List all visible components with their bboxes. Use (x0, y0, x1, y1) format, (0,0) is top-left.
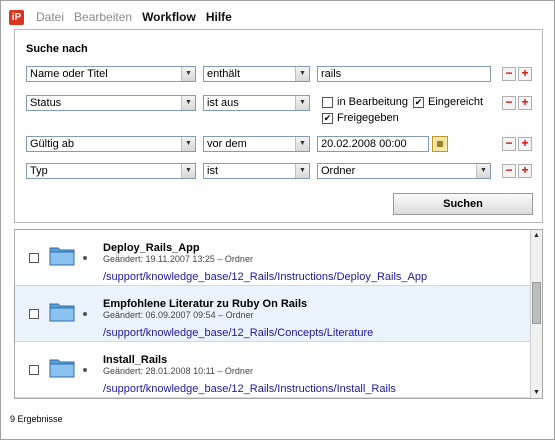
folder-icon (49, 303, 75, 322)
result-path-link[interactable]: /support/knowledge_base/12_Rails/Concept… (103, 327, 373, 339)
chevron-down-icon[interactable]: ▼ (295, 137, 309, 151)
bullet-icon (83, 368, 87, 372)
scroll-thumb[interactable] (532, 282, 541, 324)
checkbox-label: in Bearbeitung (337, 96, 408, 108)
result-checkbox[interactable] (29, 365, 39, 375)
scroll-down-icon[interactable]: ▼ (531, 387, 542, 398)
criterion-2-operator-select[interactable]: ist aus ▼ (203, 95, 310, 111)
add-criterion-3-button[interactable]: + (518, 137, 532, 151)
result-meta: Geändert: 19.11.2007 13:25 – Ordner (103, 254, 253, 264)
result-row[interactable]: Install_Rails Geändert: 28.01.2008 10:11… (15, 342, 532, 398)
criterion-2-field-value: Status (30, 97, 62, 109)
result-path-link[interactable]: /support/knowledge_base/12_Rails/Instruc… (103, 271, 427, 283)
result-meta: Geändert: 28.01.2008 10:11 – Ordner (103, 366, 253, 376)
criterion-4-field-value: Typ (30, 165, 48, 177)
scroll-up-icon[interactable]: ▲ (531, 230, 542, 241)
criterion-4-operator-value: ist (207, 165, 218, 177)
result-row[interactable]: Empfohlene Literatur zu Ruby On Rails Ge… (15, 286, 532, 342)
status-eingereicht-checkbox[interactable]: ✔ Eingereicht (413, 96, 483, 108)
search-panel: Suche nach Name oder Titel ▼ enthält ▼ r… (14, 29, 543, 223)
criterion-1-value-input[interactable]: rails (317, 66, 491, 82)
result-title[interactable]: Empfohlene Literatur zu Ruby On Rails (103, 298, 307, 310)
menu-datei[interactable]: Datei (36, 10, 64, 24)
criterion-1-operator-value: enthält (207, 68, 241, 80)
chevron-down-icon[interactable]: ▼ (295, 164, 309, 178)
criterion-1-field-value: Name oder Titel (30, 68, 108, 80)
calendar-icon[interactable]: ▦ (432, 136, 448, 152)
checkbox-label: Eingereicht (428, 96, 484, 108)
bullet-icon (83, 256, 87, 260)
checkbox-box[interactable] (322, 96, 333, 108)
application-window: iP Datei Bearbeiten Workflow Hilfe Suche… (0, 0, 555, 440)
search-title: Suche nach (26, 43, 88, 55)
criterion-3-field-select[interactable]: Gültig ab ▼ (26, 136, 196, 152)
remove-criterion-4-button[interactable]: − (502, 164, 516, 178)
result-count: 9 Ergebnisse (10, 414, 63, 424)
result-meta: Geändert: 06.09.2007 09:54 – Ordner (103, 310, 254, 320)
bullet-icon (83, 312, 87, 316)
status-freigegeben-checkbox[interactable]: ✔ Freigegeben (322, 112, 399, 124)
result-row[interactable]: Deploy_Rails_App Geändert: 19.11.2007 13… (15, 230, 532, 286)
remove-criterion-2-button[interactable]: − (502, 96, 516, 110)
result-checkbox[interactable] (29, 309, 39, 319)
remove-criterion-3-button[interactable]: − (502, 137, 516, 151)
result-title[interactable]: Deploy_Rails_App (103, 242, 200, 254)
checkbox-checked-box[interactable]: ✔ (413, 96, 424, 108)
search-button[interactable]: Suchen (393, 193, 533, 215)
status-in-bearbeitung-checkbox[interactable]: in Bearbeitung (322, 96, 408, 108)
checkbox-checked-box[interactable]: ✔ (322, 112, 333, 124)
criterion-4-field-select[interactable]: Typ ▼ (26, 163, 196, 179)
app-logo-icon[interactable]: iP (9, 9, 24, 25)
criterion-4-operator-select[interactable]: ist ▼ (203, 163, 310, 179)
criterion-4-value-select[interactable]: Ordner ▼ (317, 163, 491, 179)
criterion-1-operator-select[interactable]: enthält ▼ (203, 66, 310, 82)
menu-hilfe[interactable]: Hilfe (206, 10, 232, 24)
chevron-down-icon[interactable]: ▼ (181, 164, 195, 178)
criterion-3-operator-select[interactable]: vor dem ▼ (203, 136, 310, 152)
chevron-down-icon[interactable]: ▼ (181, 137, 195, 151)
result-checkbox[interactable] (29, 253, 39, 263)
folder-icon (49, 359, 75, 378)
add-criterion-4-button[interactable]: + (518, 164, 532, 178)
result-path-link[interactable]: /support/knowledge_base/12_Rails/Instruc… (103, 383, 396, 395)
chevron-down-icon[interactable]: ▼ (181, 67, 195, 81)
menu-workflow[interactable]: Workflow (142, 10, 196, 24)
folder-icon (49, 247, 75, 266)
chevron-down-icon[interactable]: ▼ (181, 96, 195, 110)
criterion-4-value: Ordner (321, 165, 356, 177)
results-scrollbar[interactable]: ▲ ▼ (530, 230, 542, 398)
menu-bar: iP Datei Bearbeiten Workflow Hilfe (9, 7, 232, 27)
results-list: Deploy_Rails_App Geändert: 19.11.2007 13… (14, 229, 543, 399)
remove-criterion-1-button[interactable]: − (502, 67, 516, 81)
chevron-down-icon[interactable]: ▼ (295, 67, 309, 81)
add-criterion-2-button[interactable]: + (518, 96, 532, 110)
result-title[interactable]: Install_Rails (103, 354, 167, 366)
criterion-1-field-select[interactable]: Name oder Titel ▼ (26, 66, 196, 82)
criterion-3-date-input[interactable]: 20.02.2008 00:00 (317, 136, 429, 152)
checkbox-label: Freigegeben (337, 112, 399, 124)
add-criterion-1-button[interactable]: + (518, 67, 532, 81)
criterion-2-field-select[interactable]: Status ▼ (26, 95, 196, 111)
chevron-down-icon[interactable]: ▼ (295, 96, 309, 110)
criterion-3-operator-value: vor dem (207, 138, 247, 150)
criterion-2-operator-value: ist aus (207, 97, 239, 109)
chevron-down-icon[interactable]: ▼ (476, 164, 490, 178)
menu-bearbeiten[interactable]: Bearbeiten (74, 10, 132, 24)
criterion-3-field-value: Gültig ab (30, 138, 75, 150)
